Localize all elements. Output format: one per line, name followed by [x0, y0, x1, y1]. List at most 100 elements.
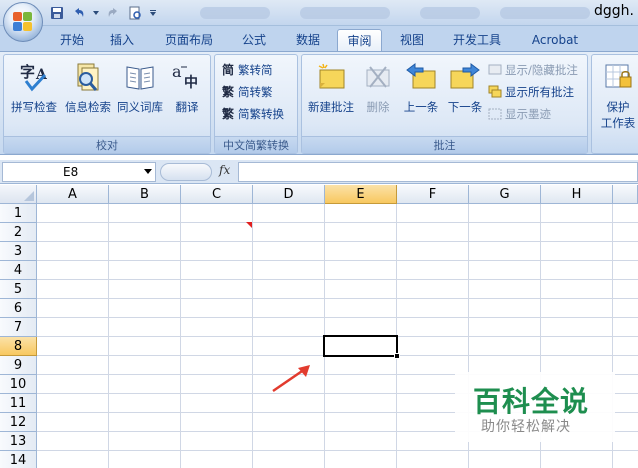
svg-text:a: a — [172, 62, 182, 81]
spell-check-icon: 字 A — [18, 61, 50, 93]
fill-handle[interactable] — [394, 353, 400, 359]
quick-access-toolbar — [48, 4, 158, 22]
grid-line — [37, 317, 638, 318]
group-chinese-conversion: 简 繁转简 繁 简转繁 繁 简繁转换 中文简繁转换 — [214, 54, 298, 154]
new-comment-icon — [315, 61, 347, 93]
print-preview-icon[interactable] — [126, 4, 144, 22]
grid-line — [37, 260, 638, 261]
watermark: 百科全说 助你轻松解决 — [455, 372, 615, 442]
redo-icon[interactable] — [104, 4, 122, 22]
column-header-a[interactable]: A — [37, 185, 109, 204]
translate-label: 翻译 — [175, 100, 199, 114]
name-box[interactable]: E8 — [2, 162, 156, 182]
row-header-14[interactable]: 14 — [0, 451, 37, 468]
select-all-button[interactable] — [0, 185, 37, 204]
show-hide-comment-button[interactable]: 显示/隐藏批注 — [488, 61, 578, 79]
ribbon: 字 A 拼写检查 信息检索 同义词库 a 中 翻译 校对 简 繁转简 繁 简转繁… — [0, 51, 638, 155]
spell-check-button[interactable]: 字 A 拼写检查 — [7, 61, 61, 115]
row-header-1[interactable]: 1 — [0, 204, 37, 223]
row-header-11[interactable]: 11 — [0, 394, 37, 413]
customize-qat-icon[interactable] — [148, 4, 158, 22]
traditional-to-simplified-button[interactable]: 简 繁转简 — [221, 61, 273, 79]
grid-line — [37, 222, 638, 223]
row-header-9[interactable]: 9 — [0, 356, 37, 375]
delete-comment-button[interactable]: 删除 — [360, 61, 396, 115]
column-header-d[interactable]: D — [253, 185, 325, 204]
row-header-10[interactable]: 10 — [0, 375, 37, 394]
chinese-convert-button[interactable]: 繁 简繁转换 — [221, 105, 284, 123]
tab-view[interactable]: 视图 — [392, 29, 432, 52]
row-header-7[interactable]: 7 — [0, 318, 37, 337]
traditional-to-simplified-label: 繁转简 — [238, 63, 273, 77]
show-ink-button[interactable]: 显示墨迹 — [488, 105, 551, 123]
group-comments: 新建批注 删除 上一条 下一条 显示/隐藏批注 显示所有批注 显示墨迹 批注 — [301, 54, 588, 154]
tab-data[interactable]: 数据 — [288, 29, 328, 52]
tab-insert[interactable]: 插入 — [102, 29, 142, 52]
thesaurus-label: 同义词库 — [117, 100, 163, 114]
tab-page-layout[interactable]: 页面布局 — [158, 29, 220, 52]
group-chinese-conversion-label: 中文简繁转换 — [215, 136, 297, 153]
next-comment-label: 下一条 — [447, 100, 483, 114]
insert-function-icon[interactable]: fx — [219, 163, 230, 177]
name-box-dropdown-icon[interactable] — [144, 169, 152, 174]
protect-sheet-button[interactable]: 保护 工作表 — [594, 61, 638, 131]
show-ink-icon — [488, 107, 502, 121]
watermark-title: 百科全说 — [473, 385, 590, 418]
ribbon-tabs: 开始 插入 页面布局 公式 数据 审阅 视图 开发工具 Acrobat — [0, 26, 638, 52]
previous-comment-icon — [405, 61, 437, 93]
row-header-5[interactable]: 5 — [0, 280, 37, 299]
comment-indicator[interactable] — [246, 222, 252, 228]
window-title: dggh. — [594, 3, 634, 19]
research-icon — [72, 61, 104, 93]
group-proofing-label: 校对 — [4, 136, 210, 153]
svg-text:中: 中 — [184, 74, 198, 91]
formula-input[interactable] — [238, 162, 638, 182]
show-all-comments-button[interactable]: 显示所有批注 — [488, 83, 574, 101]
thesaurus-icon — [124, 61, 156, 93]
formula-buttons: fx — [160, 162, 240, 182]
previous-comment-label: 上一条 — [403, 100, 439, 114]
new-comment-button[interactable]: 新建批注 — [304, 61, 358, 115]
title-blurred-region — [300, 7, 390, 19]
tab-developer[interactable]: 开发工具 — [446, 29, 508, 52]
column-header-i-partial[interactable] — [613, 185, 638, 204]
column-header-c[interactable]: C — [181, 185, 253, 204]
column-header-b[interactable]: B — [109, 185, 181, 204]
tab-review[interactable]: 审阅 — [337, 29, 382, 52]
row-header-8[interactable]: 8 — [0, 337, 37, 356]
row-header-13[interactable]: 13 — [0, 432, 37, 451]
office-button[interactable] — [3, 2, 43, 42]
thesaurus-button[interactable]: 同义词库 — [114, 61, 166, 115]
column-header-h[interactable]: H — [541, 185, 613, 204]
tab-acrobat[interactable]: Acrobat — [522, 29, 588, 52]
previous-comment-button[interactable]: 上一条 — [399, 61, 443, 115]
column-header-e[interactable]: E — [325, 185, 397, 204]
row-header-12[interactable]: 12 — [0, 413, 37, 432]
row-header-4[interactable]: 4 — [0, 261, 37, 280]
translate-icon: a 中 — [171, 61, 203, 93]
translate-button[interactable]: a 中 翻译 — [167, 61, 207, 115]
tab-formulas[interactable]: 公式 — [234, 29, 274, 52]
tab-home[interactable]: 开始 — [52, 29, 92, 52]
title-blurred-region — [200, 7, 270, 19]
undo-dropdown-icon[interactable] — [92, 4, 100, 22]
row-header-3[interactable]: 3 — [0, 242, 37, 261]
research-button[interactable]: 信息检索 — [62, 61, 114, 115]
next-comment-icon — [449, 61, 481, 93]
column-header-g[interactable]: G — [469, 185, 541, 204]
column-header-f[interactable]: F — [397, 185, 469, 204]
delete-comment-label: 删除 — [366, 100, 390, 114]
show-all-comments-icon — [488, 85, 502, 99]
formula-cancel-enter-oval[interactable] — [160, 163, 212, 181]
chinese-convert-label: 简繁转换 — [238, 107, 284, 121]
formula-bar: E8 fx — [0, 160, 638, 184]
group-proofing: 字 A 拼写检查 信息检索 同义词库 a 中 翻译 校对 — [3, 54, 211, 154]
row-header-2[interactable]: 2 — [0, 223, 37, 242]
simplified-to-traditional-button[interactable]: 繁 简转繁 — [221, 83, 273, 101]
save-icon[interactable] — [48, 4, 66, 22]
active-cell-e8[interactable] — [323, 335, 398, 357]
undo-icon[interactable] — [70, 4, 88, 22]
row-header-6[interactable]: 6 — [0, 299, 37, 318]
next-comment-button[interactable]: 下一条 — [443, 61, 487, 115]
show-ink-label: 显示墨迹 — [505, 107, 551, 121]
